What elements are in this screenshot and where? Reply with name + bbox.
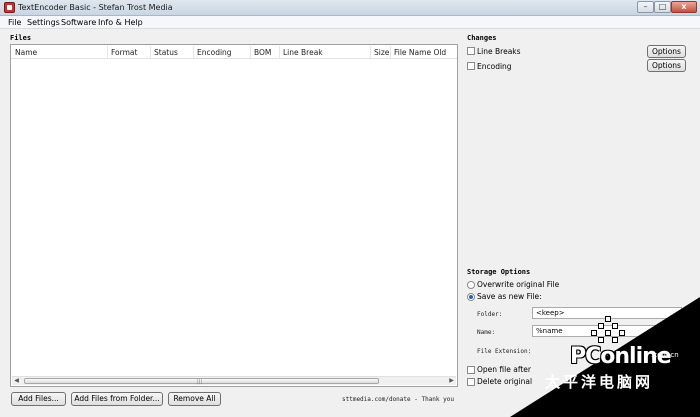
minimize-button[interactable]: – — [637, 1, 654, 13]
changes-section-title: Changes — [467, 34, 497, 42]
column-name[interactable]: Name — [15, 48, 37, 57]
window-title: TextEncoder Basic - Stefan Trost Media — [18, 3, 173, 12]
line-breaks-checkbox[interactable] — [467, 47, 475, 55]
files-list[interactable]: Name Format Status Encoding BOM Line Bre… — [10, 44, 458, 387]
grip-icon: ||| — [197, 379, 203, 385]
column-separator — [193, 46, 194, 58]
encoding-label: Encoding — [477, 62, 512, 71]
overwrite-radio[interactable] — [467, 281, 475, 289]
remove-all-button[interactable]: Remove All — [168, 392, 221, 406]
scroll-right-icon[interactable]: ▶ — [447, 377, 456, 385]
files-section-title: Files — [10, 34, 32, 42]
menu-settings[interactable]: Settings — [27, 18, 60, 27]
column-status[interactable]: Status — [154, 48, 178, 57]
folder-label: Folder: — [477, 311, 503, 318]
column-format[interactable]: Format — [111, 48, 137, 57]
horizontal-scrollbar[interactable]: ◀ ||| ▶ — [12, 376, 456, 385]
column-separator — [250, 46, 251, 58]
column-separator — [107, 46, 108, 58]
overwrite-label: Overwrite original File — [477, 280, 560, 289]
donate-link[interactable]: sttmedia.com/donate - Thank you — [342, 396, 454, 403]
column-bom[interactable]: BOM — [254, 48, 271, 57]
line-breaks-label: Line Breaks — [477, 47, 521, 56]
encoding-checkbox[interactable] — [467, 62, 475, 70]
encoding-options-button[interactable]: Options — [647, 59, 686, 72]
column-separator — [279, 46, 280, 58]
menu-bar: File Settings Software Info & Help — [0, 16, 700, 29]
files-list-header: Name Format Status Encoding BOM Line Bre… — [11, 45, 457, 59]
line-breaks-options-button[interactable]: Options — [647, 45, 686, 58]
delete-original-checkbox[interactable] — [467, 378, 475, 386]
scroll-left-icon[interactable]: ◀ — [12, 377, 21, 385]
save-as-new-radio[interactable] — [467, 293, 475, 301]
scroll-thumb[interactable]: ||| — [24, 378, 379, 385]
column-size[interactable]: Size — [374, 48, 389, 57]
column-file-name-old[interactable]: File Name Old — [394, 48, 446, 57]
add-files-from-folder-button[interactable]: Add Files from Folder... — [71, 392, 163, 406]
watermark-domain: .com.cn — [651, 351, 679, 359]
menu-file[interactable]: File — [8, 18, 21, 27]
menu-info-help[interactable]: Info & Help — [98, 18, 143, 27]
column-separator — [370, 46, 371, 58]
close-button[interactable]: x — [671, 1, 697, 13]
title-bar: TextEncoder Basic - Stefan Trost Media –… — [0, 0, 700, 16]
column-separator — [150, 46, 151, 58]
menu-software[interactable]: Software — [61, 18, 96, 27]
column-separator — [390, 46, 391, 58]
storage-options-title: Storage Options — [467, 268, 531, 276]
app-icon[interactable] — [4, 2, 15, 13]
column-line-break[interactable]: Line Break — [283, 48, 323, 57]
add-files-button[interactable]: Add Files... — [11, 392, 66, 406]
watermark-pixel-icon — [591, 316, 631, 344]
name-label: Name: — [477, 329, 496, 336]
watermark-chinese: 太平洋电脑网 — [545, 373, 654, 391]
maximize-button[interactable]: □ — [654, 1, 671, 13]
open-file-after-checkbox[interactable] — [467, 366, 475, 374]
column-encoding[interactable]: Encoding — [197, 48, 232, 57]
